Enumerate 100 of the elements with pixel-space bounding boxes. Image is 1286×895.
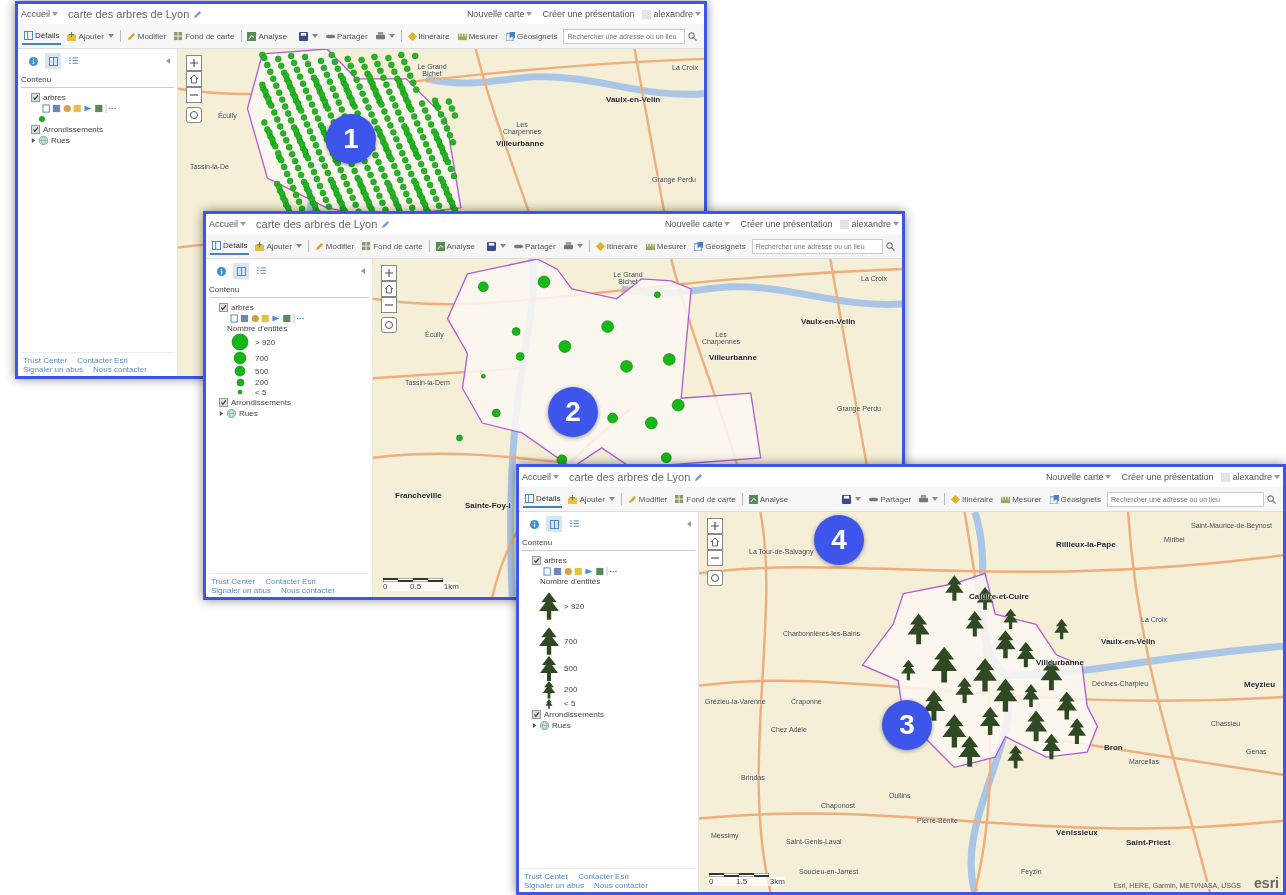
- details-button[interactable]: Détails: [210, 237, 250, 255]
- measure-button[interactable]: Mesurer: [643, 238, 689, 254]
- layer-checkbox[interactable]: [219, 398, 228, 407]
- locate-button[interactable]: [381, 317, 397, 333]
- pencil-icon[interactable]: [694, 472, 704, 482]
- footer-link[interactable]: Contacter Esri: [578, 872, 629, 881]
- home-menu[interactable]: Accueil: [209, 219, 238, 229]
- new-map-menu[interactable]: Nouvelle carte: [664, 219, 723, 229]
- layer-name[interactable]: Rues: [51, 136, 70, 145]
- route-button[interactable]: Itinéraire: [405, 28, 452, 44]
- bookmarks-button[interactable]: Géosignets: [1047, 491, 1103, 507]
- measure-button[interactable]: Mesurer: [455, 28, 500, 44]
- share-button[interactable]: Partager: [867, 491, 914, 507]
- locate-button[interactable]: [707, 570, 723, 586]
- details-button[interactable]: Détails: [523, 490, 563, 508]
- zoom-in-button[interactable]: [381, 265, 397, 281]
- add-button[interactable]: Ajouter: [566, 491, 617, 507]
- layer-checkbox[interactable]: [532, 709, 541, 719]
- create-presentation-link[interactable]: Créer une présentation: [542, 9, 635, 19]
- zoom-out-button[interactable]: [381, 297, 397, 313]
- collapse-icon[interactable]: [687, 521, 691, 527]
- basemap-button[interactable]: Fond de carte: [360, 238, 425, 254]
- printer-icon: [563, 241, 573, 251]
- layer-name[interactable]: Arrondissements: [231, 398, 292, 407]
- home-button[interactable]: [381, 281, 397, 297]
- ruler-icon: [645, 241, 655, 251]
- footer-link[interactable]: Contacter Esri: [77, 356, 128, 365]
- share-button[interactable]: Partager: [512, 238, 558, 254]
- footer-link[interactable]: Signaler un abus: [211, 586, 272, 595]
- home-button[interactable]: [186, 71, 202, 87]
- layer-tools-icon[interactable]: [540, 567, 620, 576]
- route-button[interactable]: Itinéraire: [593, 238, 640, 254]
- zoom-out-button[interactable]: [186, 87, 202, 103]
- expand-icon[interactable]: [532, 722, 537, 728]
- layer-name[interactable]: Rues: [239, 409, 258, 418]
- layer-name[interactable]: arbres: [231, 303, 254, 312]
- bookmarks-button[interactable]: Géosignets: [692, 238, 748, 254]
- basemap-button[interactable]: Fond de carte: [673, 491, 738, 507]
- layer-name[interactable]: arbres: [43, 93, 66, 102]
- footer-link[interactable]: Trust Center: [524, 872, 569, 881]
- layer-checkbox[interactable]: [219, 303, 228, 312]
- layer-name[interactable]: arbres: [544, 556, 567, 565]
- layer-checkbox[interactable]: [532, 556, 541, 565]
- home-button[interactable]: [707, 534, 723, 550]
- layer-name[interactable]: Arrondissements: [43, 125, 104, 134]
- footer-link[interactable]: Contacter Esri: [265, 577, 316, 586]
- place-label: Meyzieu: [1244, 680, 1276, 689]
- layer-tools-icon[interactable]: [39, 104, 119, 113]
- tree-marker: [973, 658, 997, 692]
- home-menu[interactable]: Accueil: [21, 9, 50, 19]
- info-icon: [529, 519, 539, 529]
- footer-link[interactable]: Nous contacter: [594, 881, 648, 890]
- layer-name[interactable]: Rues: [552, 720, 571, 730]
- measure-button[interactable]: Mesurer: [999, 491, 1044, 507]
- contents-tab[interactable]: [546, 516, 562, 532]
- home-menu[interactable]: Accueil: [522, 472, 551, 482]
- collapse-icon[interactable]: [361, 268, 365, 274]
- share-button[interactable]: Partager: [323, 28, 370, 44]
- layer-checkbox[interactable]: [31, 93, 40, 102]
- expand-icon[interactable]: [219, 411, 224, 416]
- layer-name[interactable]: Arrondissements: [544, 709, 605, 719]
- bookmarks-button[interactable]: Géosignets: [504, 28, 560, 44]
- basemap-button[interactable]: Fond de carte: [172, 28, 237, 44]
- contents-tab[interactable]: [45, 53, 61, 69]
- layer-tools-icon[interactable]: [227, 314, 307, 323]
- new-map-menu[interactable]: Nouvelle carte: [1045, 472, 1104, 482]
- footer-link[interactable]: Signaler un abus: [23, 365, 84, 374]
- zoom-in-button[interactable]: [707, 518, 723, 534]
- modify-button[interactable]: Modifier: [625, 491, 670, 507]
- user-menu[interactable]: alexandre: [851, 219, 891, 229]
- footer-link[interactable]: Nous contacter: [281, 586, 335, 595]
- footer-link[interactable]: Trust Center: [23, 356, 68, 365]
- search-icon[interactable]: [1267, 494, 1276, 504]
- search-icon[interactable]: [688, 31, 697, 41]
- analysis-button[interactable]: Analyse: [746, 491, 791, 507]
- analysis-button[interactable]: Analyse: [433, 238, 478, 254]
- modify-button[interactable]: Modifier: [312, 238, 357, 254]
- user-menu[interactable]: alexandre: [653, 9, 693, 19]
- modify-button[interactable]: Modifier: [124, 28, 169, 44]
- analysis-button[interactable]: Analyse: [245, 28, 289, 44]
- footer-link[interactable]: Nous contacter: [93, 365, 147, 374]
- new-map-menu[interactable]: Nouvelle carte: [466, 9, 525, 19]
- pencil-icon[interactable]: [193, 9, 203, 19]
- add-button[interactable]: Ajouter: [65, 28, 116, 44]
- locate-button[interactable]: [186, 107, 202, 123]
- search-icon[interactable]: [886, 241, 895, 251]
- expand-icon[interactable]: [31, 138, 36, 143]
- add-button[interactable]: Ajouter: [253, 238, 304, 254]
- create-presentation-link[interactable]: Créer une présentation: [740, 219, 833, 229]
- contents-tab[interactable]: [233, 263, 249, 279]
- route-button[interactable]: Itinéraire: [949, 491, 996, 507]
- footer-link[interactable]: Trust Center: [211, 577, 256, 586]
- collapse-icon[interactable]: [166, 58, 170, 64]
- zoom-in-button[interactable]: [186, 55, 202, 71]
- zoom-out-button[interactable]: [707, 550, 723, 566]
- user-menu[interactable]: alexandre: [1232, 472, 1272, 482]
- footer-link[interactable]: Signaler un abus: [524, 881, 585, 890]
- layer-checkbox[interactable]: [31, 125, 40, 134]
- create-presentation-link[interactable]: Créer une présentation: [1121, 472, 1214, 482]
- details-button[interactable]: Détails: [22, 27, 62, 45]
